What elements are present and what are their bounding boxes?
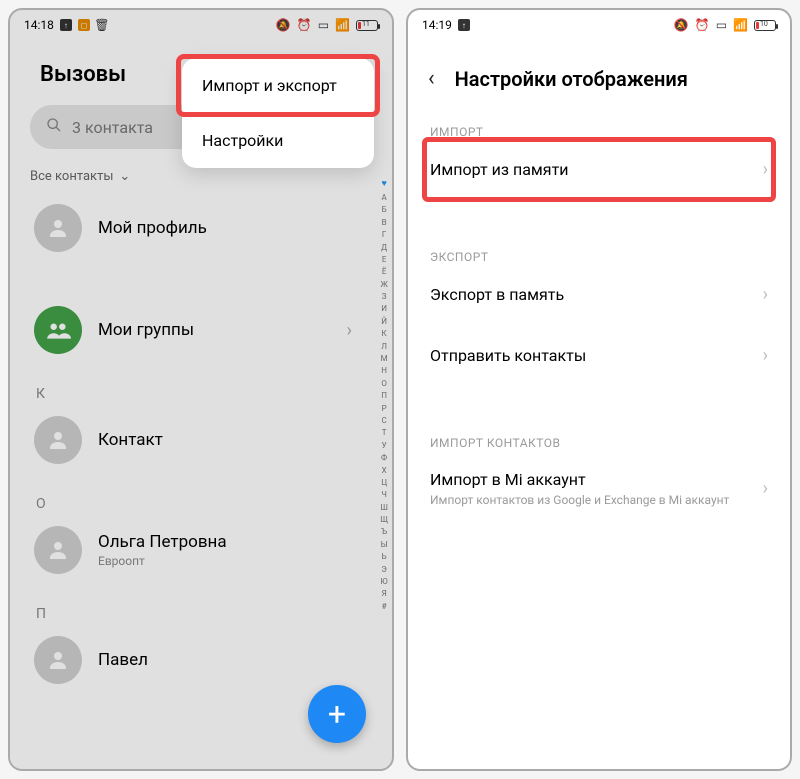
alpha-letter[interactable]: Ш: [380, 502, 388, 514]
row-import-mi[interactable]: Импорт в Mi аккаунт Импорт контактов из …: [430, 450, 768, 527]
chevron-right-icon: ›: [763, 478, 768, 499]
menu-settings[interactable]: Настройки: [182, 113, 374, 168]
alpha-letter[interactable]: Ё: [382, 266, 387, 278]
alpha-letter[interactable]: Щ: [380, 514, 388, 526]
status-bar: 14:18 ↑ ◻ 🗑 🔕 ⏰ ▭ 📶 11: [10, 10, 392, 40]
alpha-letter[interactable]: Й: [381, 316, 387, 328]
contacts-filter[interactable]: Все контакты ⌄: [10, 165, 392, 190]
alpha-letter[interactable]: М: [381, 353, 388, 365]
dnd-icon: 🔕: [674, 18, 689, 32]
avatar: [34, 204, 82, 252]
section-header-k: К: [10, 368, 392, 402]
group-avatar: [34, 306, 82, 354]
alpha-letter[interactable]: Э: [381, 564, 386, 576]
status-bar: 14:19 ↑ 🔕 ⏰ ▭ 📶 10: [408, 10, 790, 40]
page-header: ‹ Настройки отображения: [408, 40, 790, 119]
alpha-letter[interactable]: Ь: [382, 551, 387, 563]
alpha-letter[interactable]: А: [382, 192, 387, 204]
row-export-memory[interactable]: Экспорт в память ›: [430, 264, 768, 325]
alpha-letter[interactable]: Ф: [381, 452, 387, 464]
search-placeholder: 3 контакта: [72, 118, 153, 137]
phone-left: 14:18 ↑ ◻ 🗑 🔕 ⏰ ▭ 📶 11 Вызовы 3 контакта…: [8, 8, 394, 771]
alpha-letter[interactable]: Ъ: [381, 526, 387, 538]
section-label-export: ЭКСПОРТ: [430, 250, 768, 264]
chevron-right-icon: ›: [763, 284, 768, 305]
overflow-menu: Импорт и экспорт Настройки: [182, 58, 374, 168]
list-item-contact-o[interactable]: Ольга Петровна Евроопт: [10, 512, 392, 588]
list-item-contact-k[interactable]: Контакт: [10, 402, 392, 478]
alpha-letter[interactable]: У: [382, 440, 387, 452]
menu-import-export[interactable]: Импорт и экспорт: [182, 58, 374, 113]
section-header-p: П: [10, 588, 392, 622]
wifi-icon: 📶: [733, 18, 748, 32]
chevron-right-icon: ›: [763, 345, 768, 366]
alpha-letter[interactable]: Ю: [381, 576, 388, 588]
page-title: Настройки отображения: [455, 67, 688, 91]
status-notif-icon: ↑: [60, 19, 72, 31]
alarm-icon: ⏰: [297, 18, 312, 32]
battery-icon: 10: [754, 20, 776, 31]
plus-icon: +: [328, 695, 346, 733]
section-header-o: О: [10, 478, 392, 512]
avatar: [34, 636, 82, 684]
add-contact-fab[interactable]: +: [308, 685, 366, 743]
list-item-my-profile[interactable]: Мой профиль: [10, 190, 392, 266]
alphabet-index[interactable]: ♥ АБВГДЕЁЖЗИЙКЛМНОПРСТУФХЦЧШЩЪЫЬЭЮЯ#: [380, 178, 388, 613]
alpha-letter[interactable]: Г: [382, 229, 386, 241]
rect-icon: ▭: [716, 18, 727, 32]
dnd-icon: 🔕: [276, 18, 291, 32]
avatar: [34, 526, 82, 574]
battery-icon: 11: [356, 20, 378, 31]
alpha-letter[interactable]: В: [382, 217, 387, 229]
alpha-letter[interactable]: З: [382, 291, 387, 303]
alpha-letter[interactable]: Р: [382, 403, 387, 415]
alpha-letter[interactable]: Ы: [381, 539, 388, 551]
alpha-letter[interactable]: Ж: [380, 279, 387, 291]
alpha-letter[interactable]: Ч: [381, 489, 386, 501]
back-button[interactable]: ‹: [422, 62, 441, 95]
alpha-letter[interactable]: Ц: [381, 477, 387, 489]
alpha-letter[interactable]: Д: [381, 242, 387, 254]
alpha-letter[interactable]: И: [381, 303, 387, 315]
status-time: 14:18: [24, 18, 54, 32]
chevron-down-icon: ⌄: [119, 169, 130, 184]
list-item-my-groups[interactable]: Мои группы ›: [10, 292, 392, 368]
trash-icon: 🗑: [96, 19, 108, 31]
status-app-icon: ◻: [78, 19, 90, 31]
status-time: 14:19: [422, 18, 452, 32]
chevron-right-icon: ›: [347, 320, 352, 341]
alpha-letter[interactable]: Я: [382, 588, 387, 600]
alpha-letter[interactable]: С: [382, 415, 387, 427]
chevron-right-icon: ›: [763, 159, 768, 180]
row-send-contacts[interactable]: Отправить контакты ›: [430, 325, 768, 386]
search-icon: [46, 117, 62, 137]
phone-right: 14:19 ↑ 🔕 ⏰ ▭ 📶 10 ‹ Настройки отображен…: [406, 8, 792, 771]
alpha-letter[interactable]: Е: [382, 254, 387, 266]
alpha-letter[interactable]: К: [382, 328, 387, 340]
avatar: [34, 416, 82, 464]
heart-icon: ♥: [381, 178, 386, 192]
alarm-icon: ⏰: [695, 18, 710, 32]
alpha-letter[interactable]: #: [382, 601, 387, 613]
alpha-letter[interactable]: Х: [382, 465, 387, 477]
alpha-letter[interactable]: Б: [382, 204, 387, 216]
status-notif-icon: ↑: [458, 19, 470, 31]
alpha-letter[interactable]: П: [381, 390, 387, 402]
alpha-letter[interactable]: Н: [381, 365, 387, 377]
wifi-icon: 📶: [335, 18, 350, 32]
row-import-memory[interactable]: Импорт из памяти ›: [430, 139, 768, 200]
alpha-letter[interactable]: Т: [382, 427, 387, 439]
section-label-import-contacts: ИМПОРТ КОНТАКТОВ: [430, 436, 768, 450]
rect-icon: ▭: [318, 18, 329, 32]
alpha-letter[interactable]: О: [381, 378, 387, 390]
alpha-letter[interactable]: Л: [381, 341, 387, 353]
